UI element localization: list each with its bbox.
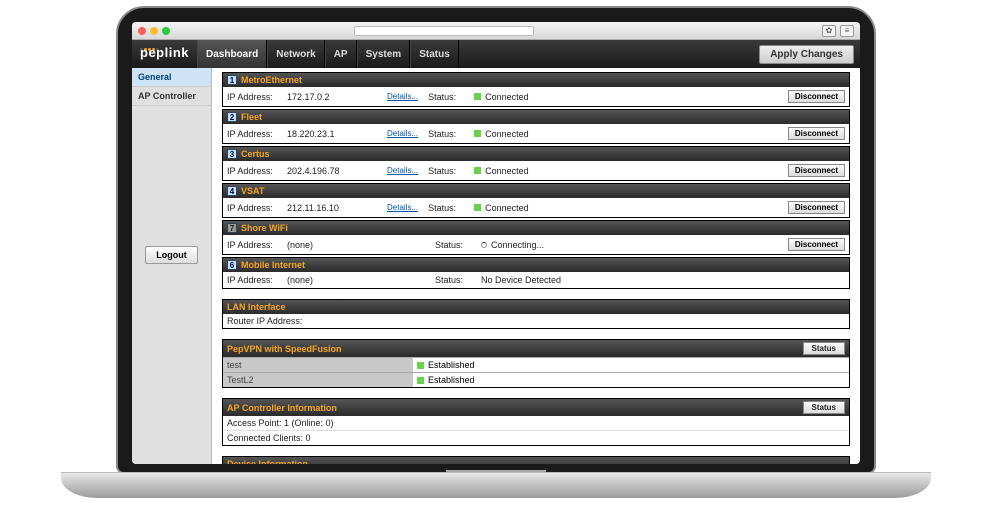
details-link[interactable]: Details...	[387, 203, 418, 212]
browser-chrome: ✿ ≡	[132, 22, 860, 40]
wan-certus: 3 Certus IP Address:202.4.196.78Details...…	[222, 146, 850, 181]
nav-status[interactable]: Status	[410, 40, 459, 68]
device-section: Device Information Model:Peplink Balance…	[222, 456, 850, 464]
ip-value: (none)	[287, 240, 387, 250]
ip-label: IP Address:	[227, 129, 287, 139]
wan-priority-badge: 2	[227, 112, 237, 122]
pepvpn-status-button[interactable]: Status	[803, 342, 845, 355]
status-text: Connecting...	[491, 240, 544, 250]
ip-value: 212.11.16.10	[287, 203, 387, 213]
ip-label: IP Address:	[227, 92, 287, 102]
app-header: peplink DashboardNetworkAPSystemStatus A…	[132, 40, 860, 68]
sidebar-item-ap-controller[interactable]: AP Controller	[132, 87, 211, 106]
vpn-state: Established	[428, 375, 475, 385]
vpn-name: test	[223, 358, 413, 372]
wan-name: Fleet	[241, 112, 262, 122]
vpn-row: TestL2 Established	[223, 372, 849, 387]
details-link[interactable]: Details...	[387, 166, 418, 175]
apc-section: AP Controller Information Status Access …	[222, 398, 850, 446]
sidebar: GeneralAP Controller Logout	[132, 68, 212, 464]
disconnect-button[interactable]: Disconnect	[788, 201, 845, 214]
vpn-state: Established	[428, 360, 475, 370]
status-label: Status:	[428, 203, 474, 213]
vpn-row: test Established	[223, 357, 849, 372]
disconnect-button[interactable]: Disconnect	[788, 238, 845, 251]
nav-dashboard[interactable]: Dashboard	[197, 40, 267, 68]
window-zoom-icon[interactable]	[162, 27, 170, 35]
main-nav: DashboardNetworkAPSystemStatus	[197, 40, 459, 68]
ip-value: 172.17.0.2	[287, 92, 387, 102]
nav-network[interactable]: Network	[267, 40, 324, 68]
wan-shore-wifi: 7 Shore WiFi IP Address:(none) Status: Conne…	[222, 220, 850, 255]
wan-metroethernet: 1 MetroEthernet IP Address:172.17.0.2Detai…	[222, 72, 850, 107]
wan-fleet: 2 Fleet IP Address:18.220.23.1Details... St…	[222, 109, 850, 144]
wan-priority-badge: 7	[227, 223, 237, 233]
status-label: Status:	[428, 129, 474, 139]
router-ip-value	[337, 316, 845, 326]
wan-name: Shore WiFi	[241, 223, 288, 233]
pepvpn-title: PepVPN with SpeedFusion	[227, 344, 342, 354]
wan-name: Mobile Internet	[241, 260, 305, 270]
wan-vsat: 4 VSAT IP Address:212.11.16.10Details... St…	[222, 183, 850, 218]
apc-status-button[interactable]: Status	[803, 401, 845, 414]
apc-line: Access Point: 1 (Online: 0)	[227, 418, 845, 428]
wan-priority-badge: 1	[227, 75, 237, 85]
status-connected-icon	[474, 130, 481, 137]
status-label: Status:	[435, 240, 481, 250]
sidebar-item-general[interactable]: General	[132, 68, 211, 87]
status-text: No Device Detected	[481, 275, 561, 285]
apc-line: Connected Clients: 0	[227, 433, 845, 443]
wan-name: VSAT	[241, 186, 264, 196]
wan-priority-badge: 4	[227, 186, 237, 196]
details-link[interactable]: Details...	[387, 92, 418, 101]
status-text: Connected	[485, 166, 529, 176]
status-text: Connected	[485, 203, 529, 213]
lan-section: LAN Interface Router IP Address:	[222, 299, 850, 329]
url-bar[interactable]	[354, 26, 534, 36]
status-text: Connected	[485, 129, 529, 139]
wan-priority-badge: 3	[227, 149, 237, 159]
nav-system[interactable]: System	[357, 40, 411, 68]
disconnect-button[interactable]: Disconnect	[788, 164, 845, 177]
router-ip-label: Router IP Address:	[227, 316, 337, 326]
wan-name: MetroEthernet	[241, 75, 302, 85]
status-established-icon	[417, 362, 424, 369]
browser-menu-icon[interactable]: ≡	[840, 25, 854, 37]
status-label: Status:	[428, 166, 474, 176]
pepvpn-section: PepVPN with SpeedFusion Status test Estab…	[222, 339, 850, 388]
vpn-name: TestL2	[223, 373, 413, 387]
window-minimize-icon[interactable]	[150, 27, 158, 35]
ip-label: IP Address:	[227, 240, 287, 250]
ip-label: IP Address:	[227, 203, 287, 213]
status-connected-icon	[474, 93, 481, 100]
disconnect-button[interactable]: Disconnect	[788, 90, 845, 103]
status-established-icon	[417, 377, 424, 384]
wan-mobile-internet: 6 Mobile Internet IP Address:(none) Status:…	[222, 257, 850, 289]
window-close-icon[interactable]	[138, 27, 146, 35]
status-label: Status:	[435, 275, 481, 285]
disconnect-button[interactable]: Disconnect	[788, 127, 845, 140]
ip-value: (none)	[287, 275, 387, 285]
details-link[interactable]: Details...	[387, 129, 418, 138]
wan-name: Certus	[241, 149, 270, 159]
status-connected-icon	[474, 204, 481, 211]
main-content: 1MetroEthernetIP Address:172.17.0.2Detai…	[212, 68, 860, 464]
status-label: Status:	[428, 92, 474, 102]
ip-value: 18.220.23.1	[287, 129, 387, 139]
brand-logo: peplink	[132, 40, 197, 68]
apc-title: AP Controller Information	[227, 403, 337, 413]
nav-ap[interactable]: AP	[325, 40, 357, 68]
wan-priority-badge: 6	[227, 260, 237, 270]
lan-title: LAN Interface	[227, 302, 286, 312]
logout-button[interactable]: Logout	[145, 246, 198, 264]
status-connected-icon	[474, 167, 481, 174]
device-title: Device Information	[227, 459, 308, 464]
status-text: Connected	[485, 92, 529, 102]
ip-value: 202.4.196.78	[287, 166, 387, 176]
apply-changes-button[interactable]: Apply Changes	[759, 45, 854, 64]
ip-label: IP Address:	[227, 166, 287, 176]
ip-label: IP Address:	[227, 275, 287, 285]
status-connecting-icon	[481, 242, 487, 248]
extension-icon[interactable]: ✿	[822, 25, 836, 37]
